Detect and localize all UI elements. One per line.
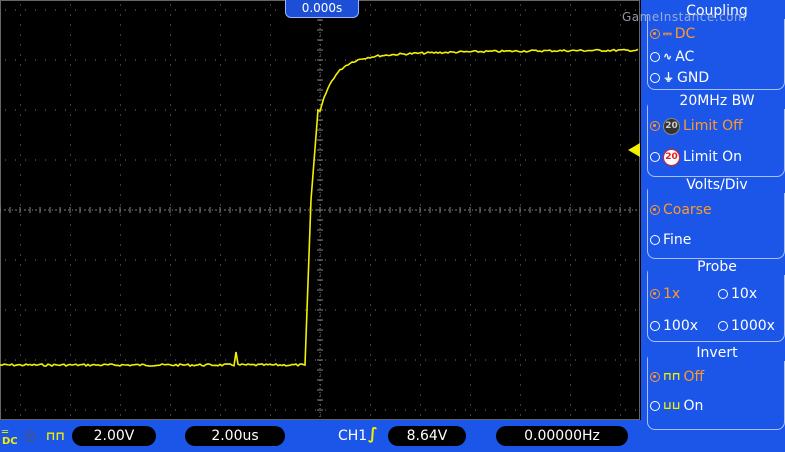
coupling-ac-label: AC: [675, 49, 695, 65]
center-ticks: [0, 0, 631, 411]
radio-icon: [650, 235, 660, 245]
trigger-level-readout[interactable]: 8.64V: [388, 426, 466, 446]
status-bar: ═ DC ◎ ⊓⊓ 2.00V 2.00us CH1 ∫ 8.64V 0.0000…: [0, 420, 641, 452]
ground-icon: ⏚: [663, 71, 674, 84]
probe-section: Probe 1x 10x 100x 1000x: [647, 259, 785, 342]
coupling-dc-option[interactable]: ⎓ DC: [650, 25, 695, 43]
ac-coupling-icon: ∿: [663, 50, 673, 63]
invert-off-label: Off: [683, 369, 705, 385]
volts-fine-option[interactable]: Fine: [650, 231, 691, 249]
probe-1x-option[interactable]: 1x: [650, 285, 680, 303]
coupling-ac-option[interactable]: ∿ AC: [650, 48, 694, 66]
coupling-gnd-option[interactable]: ⏚ GND: [650, 69, 709, 87]
bw-limit-off-option[interactable]: 20 Limit Off: [650, 117, 743, 135]
graticule: [0, 0, 640, 420]
bw-limit-on-label: Limit On: [683, 149, 743, 165]
bw-20mhz-icon: 20: [663, 117, 680, 135]
waveform-display: 0.000s: [0, 0, 640, 420]
dc-coupling-status-icon: ═ DC: [2, 427, 18, 447]
probe-1000x-option[interactable]: 1000x: [718, 317, 775, 335]
radio-icon: [650, 321, 660, 331]
probe-1000x-label: 1000x: [731, 318, 775, 334]
volts-coarse-label: Coarse: [663, 202, 712, 218]
bw-limit-title: 20MHz BW: [648, 93, 785, 109]
bw-limit-off-label: Limit Off: [683, 118, 743, 134]
invert-on-label: On: [683, 398, 704, 414]
radio-icon: [650, 52, 660, 62]
radio-selected-icon: [650, 29, 660, 39]
coupling-status-label: DC: [2, 436, 18, 447]
probe-100x-label: 100x: [663, 318, 699, 334]
probe-10x-option[interactable]: 10x: [718, 285, 757, 303]
invert-on-option[interactable]: ⊔⊔ On: [650, 397, 703, 415]
coupling-dc-label: DC: [674, 26, 696, 42]
radio-icon: [718, 289, 728, 299]
probe-title: Probe: [648, 259, 785, 275]
radio-selected-icon: [650, 121, 660, 131]
time-per-div-readout[interactable]: 2.00us: [185, 426, 285, 446]
bw-limit-section: 20MHz BW 20 Limit Off 20 Limit On: [647, 93, 785, 177]
probe-1x-label: 1x: [663, 286, 681, 302]
channel-menu: Coupling ⎓ DC ∿ AC ⏚ GND 20MHz BW 20 Lim…: [641, 0, 785, 452]
waveform-normal-icon: ⊓⊓: [663, 370, 681, 383]
coupling-gnd-label: GND: [677, 70, 710, 86]
volts-div-title: Volts/Div: [648, 177, 785, 193]
volts-div-section: Volts/Div Coarse Fine: [647, 177, 785, 259]
radio-selected-icon: [650, 205, 660, 215]
channel-waveform-icon: ⊓⊓: [46, 429, 66, 443]
radio-icon: [650, 73, 660, 83]
volts-coarse-option[interactable]: Coarse: [650, 201, 712, 219]
waveform-inverted-icon: ⊔⊔: [663, 399, 681, 412]
rising-edge-icon: ∫: [368, 424, 378, 443]
radio-selected-icon: [650, 372, 660, 382]
bw-limit-on-option[interactable]: 20 Limit On: [650, 148, 742, 166]
time-offset-indicator[interactable]: 0.000s: [285, 0, 359, 18]
radio-selected-icon: [650, 289, 660, 299]
volts-per-div-readout[interactable]: 2.00V: [72, 426, 156, 446]
volts-fine-label: Fine: [663, 232, 692, 248]
watermark: GameInstance.com: [622, 10, 747, 24]
channel-1-trace: [0, 48, 639, 368]
trigger-level-marker[interactable]: [628, 143, 640, 157]
frequency-readout: 0.00000Hz: [496, 426, 628, 446]
trigger-source-label: CH1: [338, 428, 368, 444]
invert-off-option[interactable]: ⊓⊓ Off: [650, 368, 704, 386]
probe-10x-label: 10x: [731, 286, 758, 302]
radio-icon: [650, 401, 660, 411]
invert-title: Invert: [648, 345, 785, 361]
dc-coupling-icon: ⎓: [663, 27, 672, 40]
bw-20mhz-limit-icon: 20: [663, 148, 680, 166]
invert-section: Invert ⊓⊓ Off ⊔⊔ On: [647, 345, 785, 430]
probe-100x-option[interactable]: 100x: [650, 317, 698, 335]
bw-status-icon: ◎: [24, 428, 37, 444]
radio-icon: [718, 321, 728, 331]
radio-icon: [650, 152, 660, 162]
